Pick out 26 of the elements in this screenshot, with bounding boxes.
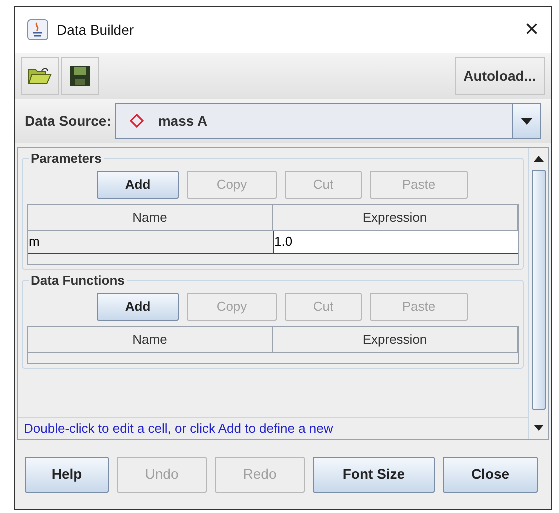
scrollbar[interactable] [528, 148, 548, 439]
window-title: Data Builder [57, 20, 134, 40]
dropdown-arrow-icon [520, 118, 532, 124]
field-label: Data Source: [25, 112, 112, 130]
column-header[interactable]: Expression [273, 327, 518, 353]
column-header[interactable]: Name [28, 327, 273, 353]
folder-icon [28, 66, 52, 86]
diamond-icon [130, 114, 144, 128]
scroll-up-icon [534, 156, 544, 162]
data-source-dropdown[interactable]: mass A [115, 103, 541, 139]
action-button[interactable]: Help [25, 456, 109, 492]
dropdown-value: mass A [158, 112, 208, 130]
table-cell[interactable]: m [28, 231, 272, 253]
cup-icon [27, 19, 49, 41]
action-button[interactable]: Add [97, 293, 179, 321]
open-folder-button[interactable] [21, 57, 59, 95]
action-button[interactable]: Close [443, 456, 538, 492]
save-button[interactable] [61, 57, 99, 95]
column-header[interactable]: Name [28, 205, 273, 231]
table-cell[interactable]: 1.0 [272, 231, 518, 253]
scroll-down-icon [534, 425, 544, 431]
status-message: Double-click to edit a cell, or click Add to define a new [18, 417, 528, 439]
action-button[interactable]: Add [97, 171, 179, 199]
autoload-button[interactable]: Autoload... [454, 57, 545, 95]
close-button[interactable]: × [524, 18, 539, 42]
action-button[interactable]: Font Size [313, 456, 435, 492]
